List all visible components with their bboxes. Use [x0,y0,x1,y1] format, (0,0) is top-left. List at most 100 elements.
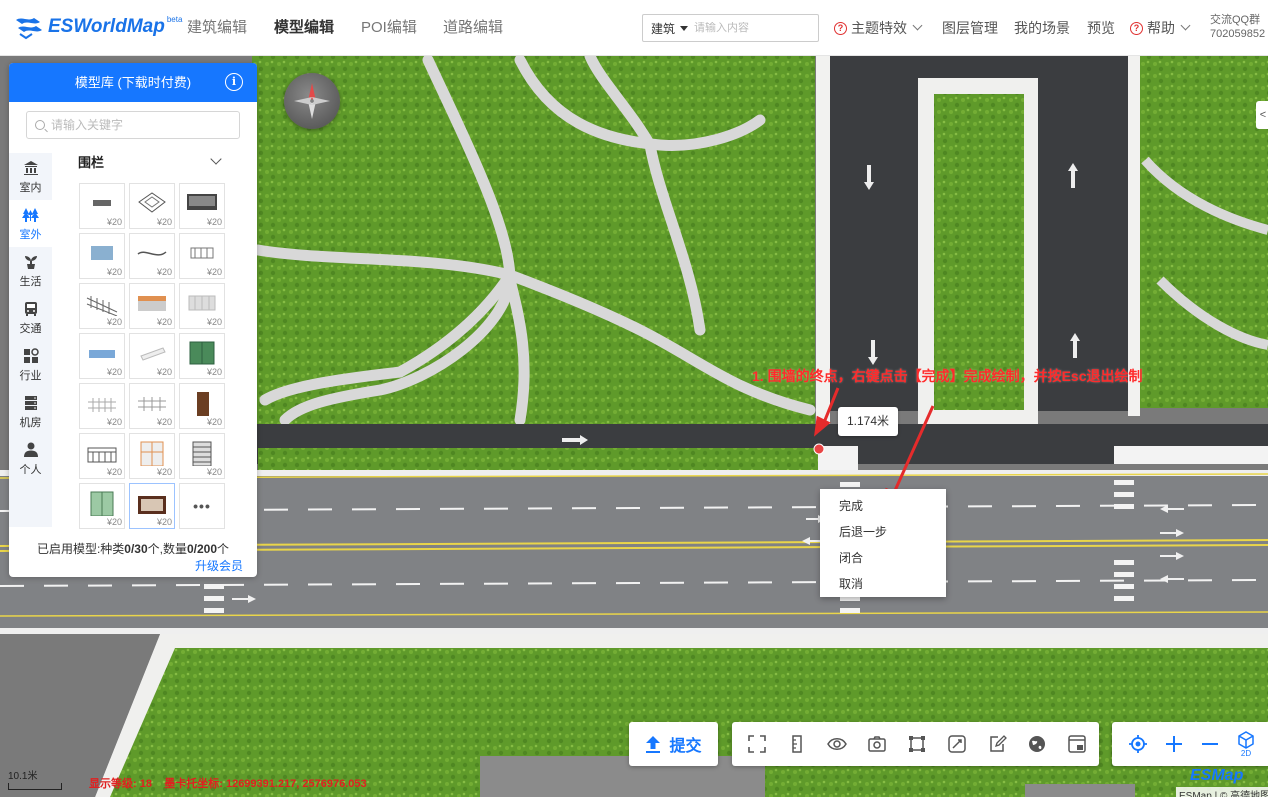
fence-thumbnail [189,341,215,365]
category-personal[interactable]: 个人 [9,435,52,482]
zoom-toolbar: 2D [1112,722,1268,766]
fence-thumbnail [89,350,115,358]
compass-icon[interactable] [284,73,340,129]
chevron-down-icon[interactable] [210,153,222,165]
usage-count-label: 个,数量 [147,542,187,556]
nav-poi-edit[interactable]: POI编辑 [361,0,417,56]
submit-button[interactable]: 提交 [629,722,718,766]
view-2d-icon[interactable]: 2D [1228,722,1264,766]
model-price: ¥20 [106,267,122,277]
screenshot-icon[interactable] [1059,722,1094,766]
category-industry[interactable]: 行业 [9,341,52,388]
zoom-out-icon[interactable] [1192,722,1228,766]
ruler-icon[interactable] [780,722,815,766]
menu-item-close-shape[interactable]: 闭合 [820,545,946,571]
menu-help[interactable]: ? 帮助 [1130,0,1191,56]
model-tile[interactable]: ¥20 [79,433,125,479]
logo-badge: beta [166,14,183,24]
grid-icon [23,347,39,363]
info-icon[interactable]: i [225,73,243,91]
coordinate-label: 墨卡托坐标: [164,778,223,790]
model-tile[interactable]: ¥20 [129,333,175,379]
usage-count-value: 0/200 [187,542,218,556]
category-label: 交通 [19,322,42,335]
model-price: ¥20 [206,317,222,327]
fence-thumbnail [137,251,167,256]
fence-thumbnail [91,246,113,260]
model-tile[interactable]: ¥20 [79,283,125,329]
model-tile[interactable]: ¥20 [179,433,225,479]
chevron-down-icon [912,20,923,30]
category-indoor[interactable]: 室内 [9,153,52,200]
qq-group[interactable]: 交流QQ群 702059852 [1210,13,1265,41]
measure-icon[interactable] [939,722,974,766]
search-category-label: 建筑 [651,21,676,36]
category-life[interactable]: 生活 [9,247,52,294]
model-price: ¥20 [206,417,222,427]
eye-icon[interactable] [820,722,855,766]
model-tile[interactable]: ¥20 [179,183,225,229]
fence-thumbnail [192,441,212,466]
model-grid: ¥20 ¥20 ¥20 ¥20 ¥20 ¥20 ¥20 ¥20 ¥20 ¥20 … [79,183,227,529]
server-icon [24,395,37,410]
model-search-box [26,111,240,139]
chevron-down-icon [1180,20,1191,30]
model-tile[interactable]: ¥20 [129,433,175,479]
model-tile[interactable]: ¥20 [129,283,175,329]
menu-item-cancel[interactable]: 取消 [820,571,946,597]
model-tile[interactable]: ¥20 [179,333,225,379]
camera-icon[interactable] [860,722,895,766]
usage-summary: 已启用模型:种类0/30个,数量0/200个 [9,540,257,557]
locate-icon[interactable] [1120,722,1156,766]
app-logo[interactable]: ESWorldMap beta [14,14,182,40]
globe-icon[interactable] [1019,722,1054,766]
model-tile[interactable]: ¥20 [129,383,175,429]
submit-label: 提交 [669,738,702,755]
fence-thumbnail [197,392,209,416]
instruction-annotation: 1. 围墙的终点，右键点击【完成】完成绘制，并按Esc退出绘制 [752,368,1143,384]
logo-text: ESWorldMap [48,16,165,37]
esmap-brand-logo: ESMap [1190,767,1244,784]
model-tile[interactable]: ¥20 [79,333,125,379]
more-models-button[interactable]: ••• [179,483,225,529]
menu-item-undo[interactable]: 后退一步 [820,519,946,545]
model-tile[interactable]: ¥20 [179,283,225,329]
fullscreen-icon[interactable] [740,722,775,766]
model-search-input[interactable] [51,118,221,132]
model-tile[interactable]: ¥20 [129,183,175,229]
collapse-panel-tab[interactable]: < [1256,101,1268,129]
search-input[interactable] [694,22,805,34]
upgrade-member-link[interactable]: 升级会员 [195,557,243,574]
model-tile[interactable]: ¥20 [179,383,225,429]
model-tile-selected[interactable]: ¥20 [129,483,175,529]
nav-building-edit[interactable]: 建筑编辑 [187,0,247,56]
category-traffic[interactable]: 交通 [9,294,52,341]
zoom-in-icon[interactable] [1156,722,1192,766]
search-category-select[interactable]: 建筑 [643,20,694,37]
model-tile[interactable]: ¥20 [79,483,125,529]
model-tile[interactable]: ¥20 [179,233,225,279]
model-tile[interactable]: ¥20 [79,383,125,429]
scale-bar: 10.1米 [8,767,62,790]
model-tile[interactable]: ¥20 [129,233,175,279]
model-tile[interactable]: ¥20 [79,183,125,229]
menu-preview[interactable]: 预览 [1087,0,1115,56]
model-tile[interactable]: ¥20 [79,233,125,279]
search-icon [35,120,45,130]
map-canvas[interactable]: 模型库 (下载时付费) i 室内 室外 生活 交通 [0,56,1268,797]
category-outdoor[interactable]: 室外 [9,200,52,247]
menu-theme[interactable]: ? 主题特效 [834,0,923,56]
fence-thumbnail [138,397,166,411]
nav-road-edit[interactable]: 道路编辑 [443,0,503,56]
menu-my-scene[interactable]: 我的场景 [1014,0,1070,56]
fence-thumbnail [190,247,214,259]
edit-icon[interactable] [979,722,1014,766]
menu-layers[interactable]: 图层管理 [942,0,998,56]
frame-icon[interactable] [900,722,935,766]
fence-thumbnail [138,296,166,311]
scale-label: 10.1米 [8,771,38,782]
menu-item-finish[interactable]: 完成 [820,493,946,519]
nav-model-edit[interactable]: 模型编辑 [274,0,334,56]
caret-down-icon [680,25,689,31]
category-server-room[interactable]: 机房 [9,388,52,435]
